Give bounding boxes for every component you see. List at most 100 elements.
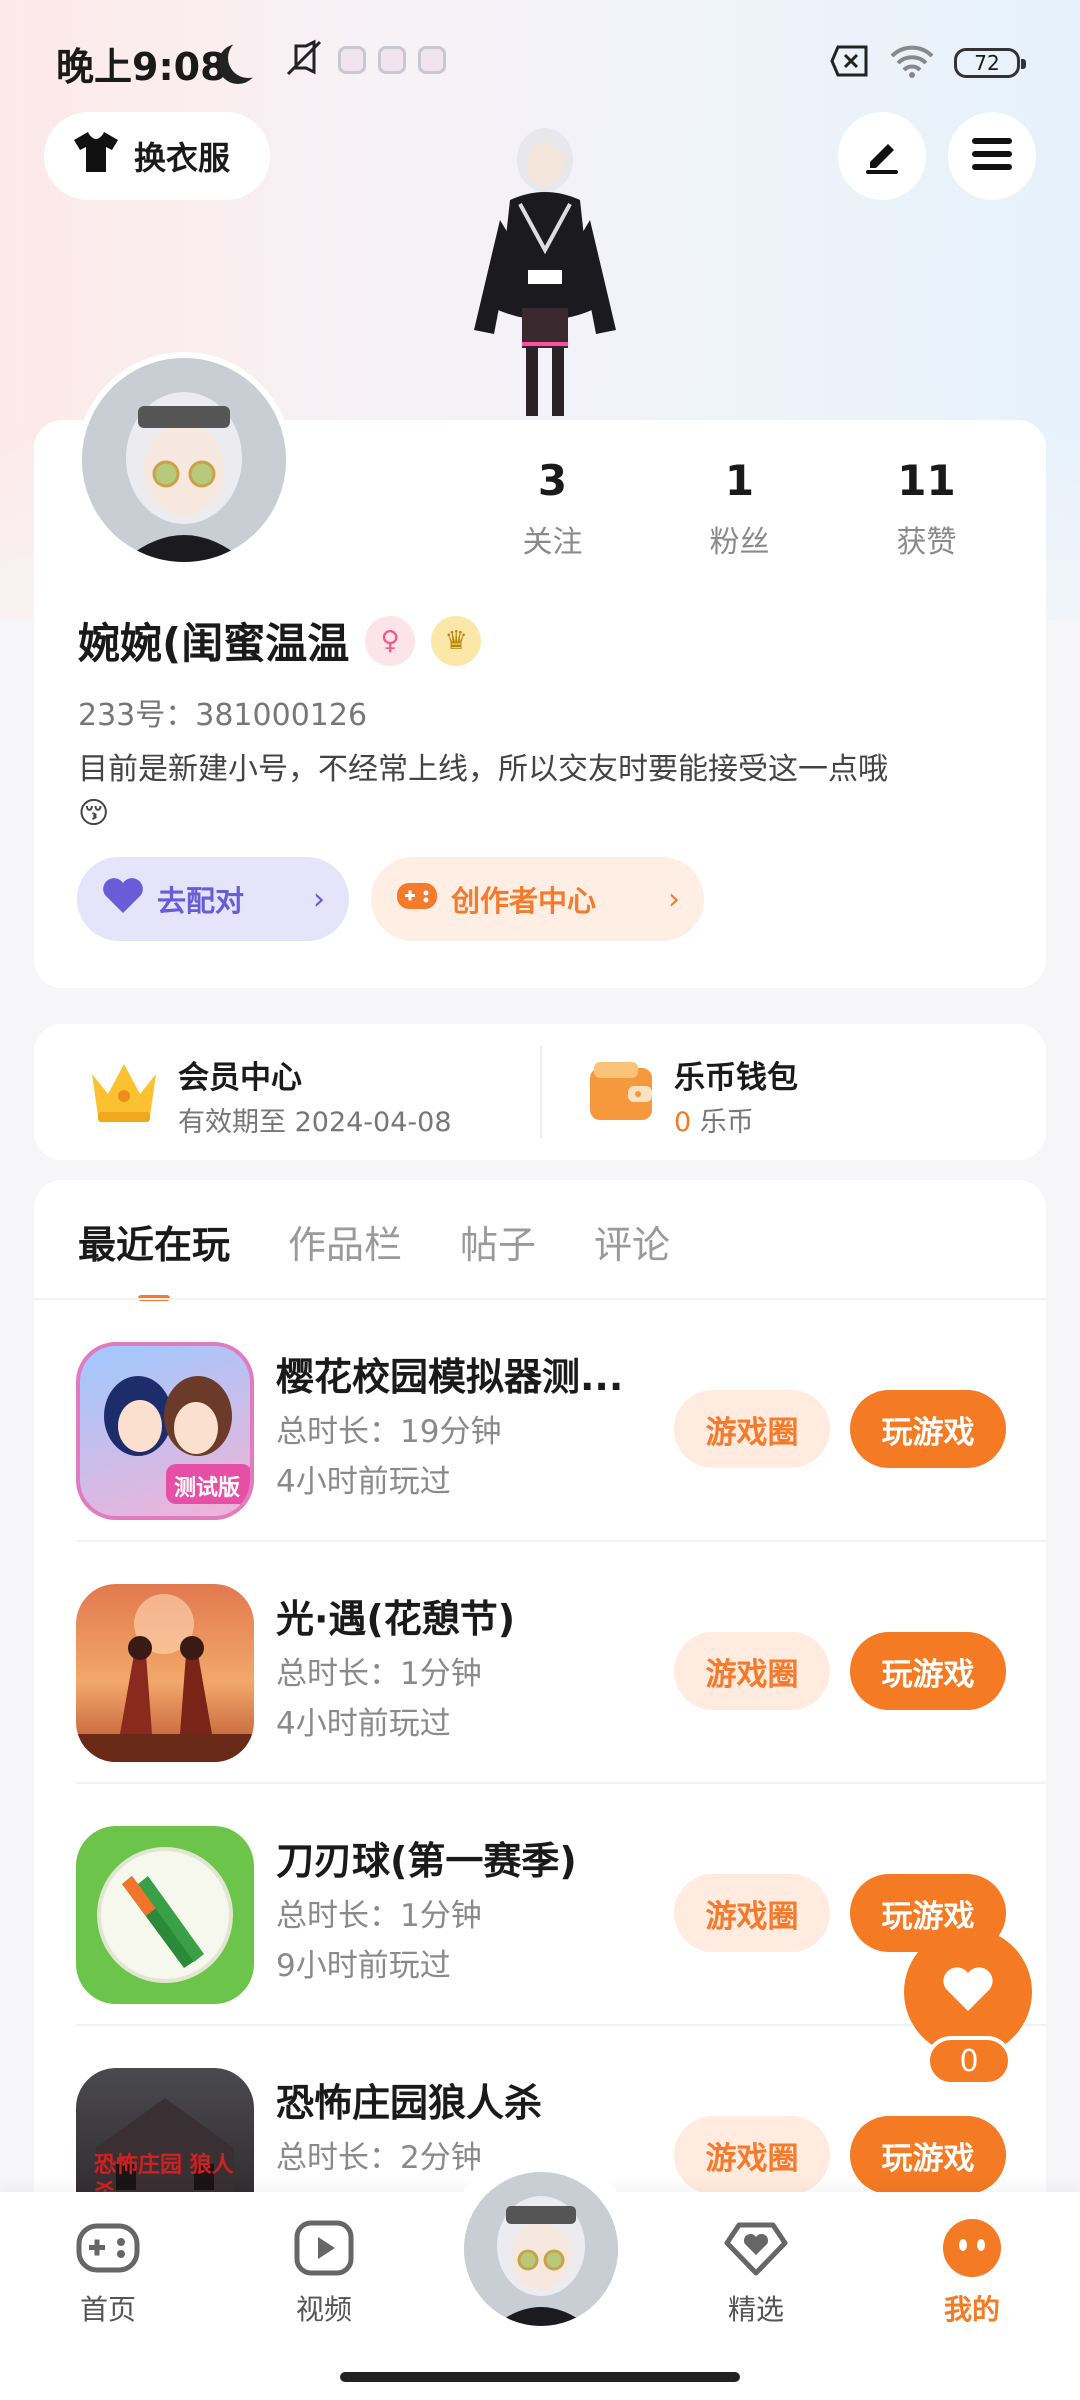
stat-label: 获赞 <box>896 525 957 560</box>
heart-diamond-icon <box>722 2218 790 2278</box>
game-circle-button[interactable]: 游戏圈 <box>674 1874 830 1952</box>
wifi-icon <box>890 44 934 82</box>
game-name: 刀刃球(第一赛季) <box>276 1839 577 1883</box>
member-center-entry[interactable]: 会员中心 有效期至 2024-04-08 <box>34 1024 540 1160</box>
game-circle-button[interactable]: 游戏圈 <box>674 1632 830 1710</box>
nav-home[interactable]: 首页 <box>48 2218 168 2328</box>
game-circle-button[interactable]: 游戏圈 <box>674 2116 830 2194</box>
notification-app-icon <box>378 46 406 74</box>
list-item[interactable]: 光·遇(花憩节) 总时长：1分钟 4小时前玩过 游戏圈 玩游戏 <box>34 1542 1046 1784</box>
game-circle-button[interactable]: 游戏圈 <box>674 1390 830 1468</box>
tshirt-icon <box>72 130 120 182</box>
game-last-played: 4小时前玩过 <box>276 1706 451 1742</box>
list-item[interactable]: 测试版 樱花校园模拟器测... 总时长：19分钟 4小时前玩过 游戏圈 玩游戏 <box>34 1300 1046 1542</box>
chevron-right-icon: › <box>313 881 325 917</box>
gamepad-icon <box>395 879 439 920</box>
nav-label: 视频 <box>295 2293 352 2326</box>
sim-off-icon <box>830 45 870 81</box>
gamepad-icon <box>74 2218 142 2278</box>
play-game-button[interactable]: 玩游戏 <box>850 1390 1006 1468</box>
menu-button[interactable] <box>948 112 1036 200</box>
game-name: 樱花校园模拟器测... <box>276 1355 624 1399</box>
stat-label: 粉丝 <box>709 525 770 560</box>
status-bar: 晚上9:08 72 <box>0 0 1080 120</box>
mute-icon <box>282 38 326 82</box>
game-name: 光·遇(花憩节) <box>276 1597 516 1641</box>
game-icon[interactable] <box>76 1584 254 1762</box>
notification-app-icon <box>418 46 446 74</box>
membership-card: 会员中心 有效期至 2024-04-08 乐币钱包 0 乐币 <box>34 1024 1046 1160</box>
crown-icon <box>86 1056 162 1130</box>
play-game-button[interactable]: 玩游戏 <box>850 1632 1006 1710</box>
center-avatar-button[interactable] <box>464 2172 618 2326</box>
nav-label: 我的 <box>943 2293 1000 2326</box>
avatar-figure[interactable] <box>460 120 630 420</box>
game-duration: 总时长：1分钟 <box>276 1898 482 1934</box>
change-outfit-label: 换衣服 <box>134 139 231 177</box>
game-duration: 总时长：19分钟 <box>276 1414 502 1450</box>
member-expiry: 有效期至 2024-04-08 <box>178 1107 452 1138</box>
notification-app-icon <box>338 46 366 74</box>
stat-number: 1 <box>724 456 755 505</box>
game-icon-text: 测试版 <box>174 1476 241 1501</box>
nav-video[interactable]: 视频 <box>264 2218 384 2328</box>
game-last-played: 9小时前玩过 <box>276 1948 451 1984</box>
content-tabs: 最近在玩 作品栏 帖子 评论 <box>78 1214 670 1301</box>
hamburger-icon <box>970 134 1014 178</box>
wallet-unit: 乐币 <box>699 1107 754 1138</box>
moon-icon <box>228 38 268 78</box>
creator-center-label: 创作者中心 <box>451 884 597 918</box>
stat-likes[interactable]: 11 获赞 <box>833 456 1020 561</box>
stat-label: 关注 <box>522 525 583 560</box>
stat-following[interactable]: 3 关注 <box>459 456 646 561</box>
home-indicator[interactable] <box>340 2372 740 2382</box>
battery-indicator: 72 <box>954 48 1026 78</box>
stat-number: 3 <box>537 456 568 505</box>
stat-number: 11 <box>897 456 956 505</box>
play-game-button[interactable]: 玩游戏 <box>850 2116 1006 2194</box>
tab-comments[interactable]: 评论 <box>594 1214 670 1269</box>
content-card: 最近在玩 作品栏 帖子 评论 测试版 樱花校园模拟器测... 总时长：19分钟 … <box>34 1180 1046 2246</box>
edit-button[interactable] <box>838 112 926 200</box>
wallet-icon <box>586 1058 656 1128</box>
heart-icon <box>101 877 145 922</box>
pen-icon <box>860 132 904 180</box>
game-icon[interactable] <box>76 1826 254 2004</box>
nickname-row: 婉婉(闺蜜温温 ♀ ♛ <box>78 610 482 671</box>
match-label: 去配对 <box>157 884 245 918</box>
avatar[interactable] <box>76 352 292 568</box>
profile-stats: 3 关注 1 粉丝 11 获赞 <box>459 456 1020 561</box>
member-center-title: 会员中心 <box>178 1060 302 1096</box>
crown-badge-icon[interactable]: ♛ <box>431 615 482 666</box>
female-gender-icon: ♀ <box>365 615 416 666</box>
game-name: 恐怖庄园狼人杀 <box>276 2081 543 2125</box>
bio-text: 目前是新建小号，不经常上线，所以交友时要能接受这一点哦 <box>78 752 888 787</box>
creator-center-button[interactable]: 创作者中心 › <box>371 857 704 941</box>
change-outfit-button[interactable]: 换衣服 <box>44 112 270 200</box>
tab-posts[interactable]: 帖子 <box>460 1214 536 1269</box>
bio-emoji: 😚 <box>78 796 110 831</box>
heart-icon <box>940 1965 996 2019</box>
game-duration: 总时长：2分钟 <box>276 2140 482 2176</box>
list-item[interactable]: 刀刃球(第一赛季) 总时长：1分钟 9小时前玩过 游戏圈 玩游戏 <box>34 1784 1046 2026</box>
wallet-entry[interactable]: 乐币钱包 0 乐币 <box>542 1024 1046 1160</box>
stat-followers[interactable]: 1 粉丝 <box>646 456 833 561</box>
user-id: 233号：381000126 <box>78 698 368 733</box>
tab-works[interactable]: 作品栏 <box>288 1214 402 1269</box>
like-count: 0 <box>926 2036 1012 2086</box>
bio: 目前是新建小号，不经常上线，所以交友时要能接受这一点哦 😚 <box>78 748 998 836</box>
wallet-balance: 0 乐币 <box>674 1100 754 1139</box>
nav-label: 精选 <box>727 2293 784 2326</box>
tab-recently-played[interactable]: 最近在玩 <box>78 1214 230 1301</box>
game-duration: 总时长：1分钟 <box>276 1656 482 1692</box>
wallet-amount: 0 <box>674 1107 692 1138</box>
nav-me[interactable]: 我的 <box>912 2218 1032 2328</box>
face-icon <box>938 2218 1006 2278</box>
nav-featured[interactable]: 精选 <box>696 2218 816 2328</box>
chevron-right-icon: › <box>668 881 680 917</box>
nickname: 婉婉(闺蜜温温 <box>78 619 350 668</box>
nav-label: 首页 <box>79 2293 136 2326</box>
game-last-played: 4小时前玩过 <box>276 1464 451 1500</box>
match-button[interactable]: 去配对 › <box>77 857 349 941</box>
game-icon[interactable]: 测试版 <box>76 1342 254 1520</box>
